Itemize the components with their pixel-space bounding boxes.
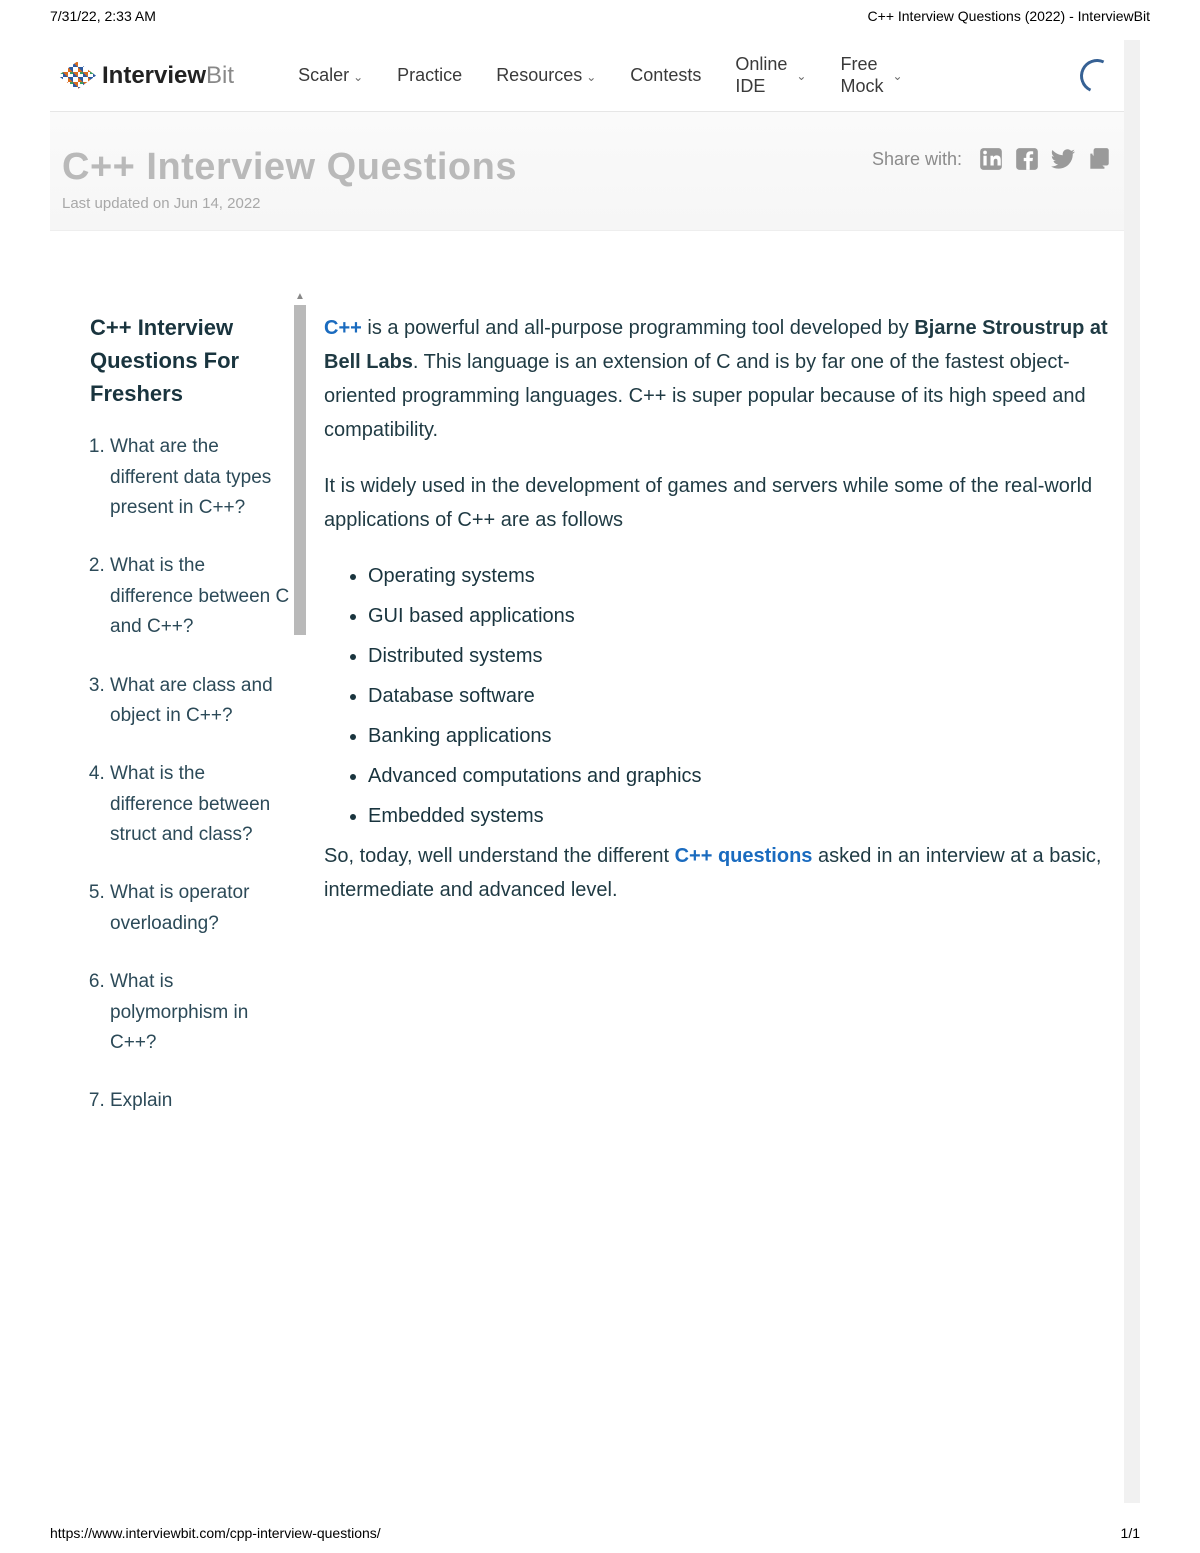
text: So, today, well understand the different bbox=[324, 845, 675, 867]
page-viewport: ▲ ▼ InterviewBit Scaler ⌄ Practice Resour… bbox=[50, 40, 1140, 1503]
intro-paragraph-3: So, today, well understand the different… bbox=[324, 839, 1124, 907]
list-item: Distributed systems bbox=[368, 639, 1124, 673]
twitter-icon[interactable] bbox=[1050, 146, 1076, 172]
nav-scaler[interactable]: Scaler ⌄ bbox=[298, 65, 363, 86]
toc-item[interactable]: What is operator overloading? bbox=[110, 878, 290, 939]
chevron-down-icon: ⌄ bbox=[892, 69, 902, 83]
scroll-down-icon[interactable]: ▼ bbox=[1126, 1489, 1138, 1503]
nav-free-mock[interactable]: Free Mock ⌄ bbox=[840, 54, 902, 97]
print-header: 7/31/22, 2:33 AM C++ Interview Questions… bbox=[0, 0, 1200, 28]
nav-free-mock-l1: Free bbox=[840, 54, 877, 74]
profile-loading-icon[interactable] bbox=[1075, 54, 1119, 98]
main-scrollbar-thumb[interactable] bbox=[1126, 54, 1138, 114]
article-content: C++ is a powerful and all-purpose progra… bbox=[300, 311, 1124, 1503]
sidebar-scrollbar-thumb[interactable] bbox=[294, 305, 306, 635]
toc-item[interactable]: What are class and object in C++? bbox=[110, 671, 290, 732]
cpp-link[interactable]: C++ bbox=[324, 317, 362, 339]
page-title: C++ Interview Questions bbox=[62, 146, 517, 189]
print-url: https://www.interviewbit.com/cpp-intervi… bbox=[50, 1525, 381, 1541]
nav-resources[interactable]: Resources ⌄ bbox=[496, 65, 596, 86]
linkedin-icon[interactable] bbox=[978, 146, 1004, 172]
last-updated: Last updated on Jun 14, 2022 bbox=[62, 195, 1112, 212]
share-block: Share with: bbox=[872, 146, 1112, 172]
print-page-number: 1/1 bbox=[1121, 1525, 1140, 1541]
nav-scaler-label: Scaler bbox=[298, 65, 349, 85]
nav-online-ide-l2: IDE bbox=[735, 76, 765, 96]
toc-item[interactable]: Explain bbox=[110, 1086, 290, 1116]
toc-item[interactable]: What is the difference between C and C++… bbox=[110, 551, 290, 642]
toc-item[interactable]: What are the different data types presen… bbox=[110, 432, 290, 523]
chevron-down-icon: ⌄ bbox=[586, 70, 596, 84]
copy-link-icon[interactable] bbox=[1086, 146, 1112, 172]
chevron-down-icon: ⌄ bbox=[796, 69, 806, 83]
applications-list: Operating systems GUI based applications… bbox=[324, 559, 1124, 833]
logo-icon bbox=[58, 62, 96, 90]
print-timestamp: 7/31/22, 2:33 AM bbox=[50, 8, 156, 24]
brand-suffix: Bit bbox=[206, 62, 234, 89]
list-item: Embedded systems bbox=[368, 799, 1124, 833]
chevron-down-icon: ⌄ bbox=[353, 70, 363, 84]
toc-list: What are the different data types presen… bbox=[90, 432, 290, 1117]
toc-item[interactable]: What is polymorphism in C++? bbox=[110, 967, 290, 1058]
nav-contests[interactable]: Contests bbox=[630, 65, 701, 86]
nav-practice[interactable]: Practice bbox=[397, 65, 462, 86]
text: is a powerful and all-purpose programmin… bbox=[362, 317, 915, 339]
list-item: GUI based applications bbox=[368, 599, 1124, 633]
list-item: Banking applications bbox=[368, 719, 1124, 753]
logo[interactable]: InterviewBit bbox=[58, 62, 234, 90]
toc-heading: C++ Interview Questions For Freshers bbox=[90, 311, 290, 410]
list-item: Operating systems bbox=[368, 559, 1124, 593]
nav-online-ide-l1: Online bbox=[735, 54, 787, 74]
nav-resources-label: Resources bbox=[496, 65, 582, 85]
list-item: Advanced computations and graphics bbox=[368, 759, 1124, 793]
share-label: Share with: bbox=[872, 149, 962, 170]
text: . This language is an extension of C and… bbox=[324, 351, 1086, 441]
intro-paragraph-1: C++ is a powerful and all-purpose progra… bbox=[324, 311, 1124, 447]
page-header: C++ Interview Questions Share with: Last… bbox=[50, 112, 1124, 231]
sidebar-scroll-up-icon[interactable]: ▲ bbox=[294, 291, 306, 302]
toc-item[interactable]: What is the difference between struct an… bbox=[110, 759, 290, 850]
list-item: Database software bbox=[368, 679, 1124, 713]
intro-paragraph-2: It is widely used in the development of … bbox=[324, 469, 1124, 537]
print-doc-title: C++ Interview Questions (2022) - Intervi… bbox=[868, 8, 1150, 24]
print-footer: https://www.interviewbit.com/cpp-intervi… bbox=[50, 1525, 1140, 1541]
nav-online-ide[interactable]: Online IDE ⌄ bbox=[735, 54, 806, 97]
brand-main: Interview bbox=[102, 62, 206, 89]
facebook-icon[interactable] bbox=[1014, 146, 1040, 172]
nav-free-mock-l2: Mock bbox=[840, 76, 883, 96]
toc-sidebar: ▲ C++ Interview Questions For Freshers W… bbox=[50, 311, 300, 1503]
top-nav: InterviewBit Scaler ⌄ Practice Resources ⌄… bbox=[50, 40, 1124, 112]
cpp-questions-link[interactable]: C++ questions bbox=[675, 845, 813, 867]
scroll-up-icon[interactable]: ▲ bbox=[1126, 40, 1138, 54]
body-row: ▲ C++ Interview Questions For Freshers W… bbox=[50, 231, 1124, 1503]
